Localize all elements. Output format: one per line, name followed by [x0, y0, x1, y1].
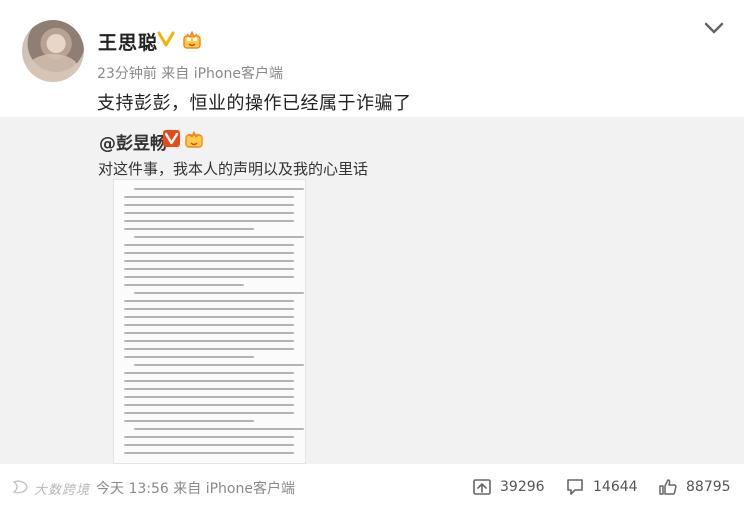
statement-image-line	[124, 324, 294, 326]
statement-image-line	[134, 364, 304, 366]
statement-image-line	[124, 316, 294, 318]
statement-image-line	[124, 380, 294, 382]
statement-image-line	[124, 444, 294, 446]
post-text: 支持彭彭，恒业的操作已经属于诈骗了	[97, 93, 412, 114]
user-avatar[interactable]	[22, 20, 84, 82]
statement-image-line	[124, 404, 294, 406]
statement-image-line	[124, 252, 294, 254]
reposted-card[interactable]: @彭昱畅 对这件事，我本人的声明以及我的心里话	[0, 117, 744, 464]
statement-image-line	[124, 372, 294, 374]
reposted-author-link[interactable]: @彭昱畅	[99, 129, 167, 154]
avatar-shade	[28, 54, 78, 82]
statement-image-line	[124, 244, 294, 246]
statement-image[interactable]	[113, 179, 306, 464]
verified-icon	[157, 31, 175, 47]
statement-image-line	[124, 204, 294, 206]
like-button[interactable]: 88795	[658, 476, 731, 498]
statement-image-line	[124, 212, 294, 214]
statement-image-line	[134, 188, 304, 190]
thumbs-up-icon	[659, 479, 677, 495]
comment-count: 14644	[593, 479, 638, 495]
statement-image-line	[124, 356, 254, 358]
statement-image-line	[124, 332, 294, 334]
statement-image-line	[124, 396, 294, 398]
vip-level-icon	[185, 131, 203, 148]
post-meta: 23分钟前 来自 iPhone客户端	[97, 66, 283, 82]
watermark-logo-icon	[12, 480, 28, 494]
verified-icon	[163, 130, 180, 147]
repost-button[interactable]: 39296	[472, 476, 545, 498]
statement-image-line	[124, 388, 294, 390]
statement-image-line	[134, 292, 304, 294]
footer-meta: 今天 13:56 来自 iPhone客户端	[96, 481, 295, 497]
post-author-name[interactable]: 王思聪	[98, 28, 158, 55]
statement-image-line	[124, 300, 294, 302]
statement-image-line	[124, 276, 294, 278]
statement-image-line	[124, 348, 294, 350]
comment-icon	[567, 479, 583, 495]
statement-image-line	[124, 340, 294, 342]
reposted-text: 对这件事，我本人的声明以及我的心里话	[98, 160, 369, 178]
statement-image-line	[124, 452, 294, 454]
statement-image-line	[124, 268, 294, 270]
repost-count: 39296	[500, 479, 545, 495]
repost-icon	[473, 479, 491, 495]
statement-image-line	[134, 236, 304, 238]
weibo-post: 王思聪 23分钟前 来自 iPhone客户端 支持彭彭，恒业的操作已经属于诈骗了…	[0, 0, 744, 507]
vip-level-icon	[183, 31, 201, 49]
statement-image-line	[124, 228, 254, 230]
watermark-text: 大数跨境	[34, 483, 91, 498]
post-footer: 大数跨境 今天 13:56 来自 iPhone客户端 39296 14644 8…	[0, 467, 744, 507]
like-count: 88795	[686, 479, 731, 495]
statement-image-line	[124, 220, 294, 222]
statement-image-line	[124, 260, 294, 262]
statement-image-line	[124, 284, 244, 286]
statement-image-line	[124, 412, 294, 414]
statement-image-line	[124, 436, 294, 438]
statement-image-line	[124, 420, 254, 422]
chevron-down-icon[interactable]	[703, 20, 725, 36]
comment-button[interactable]: 14644	[565, 476, 638, 498]
statement-image-line	[134, 428, 304, 430]
statement-image-line	[124, 308, 294, 310]
statement-image-line	[124, 196, 294, 198]
